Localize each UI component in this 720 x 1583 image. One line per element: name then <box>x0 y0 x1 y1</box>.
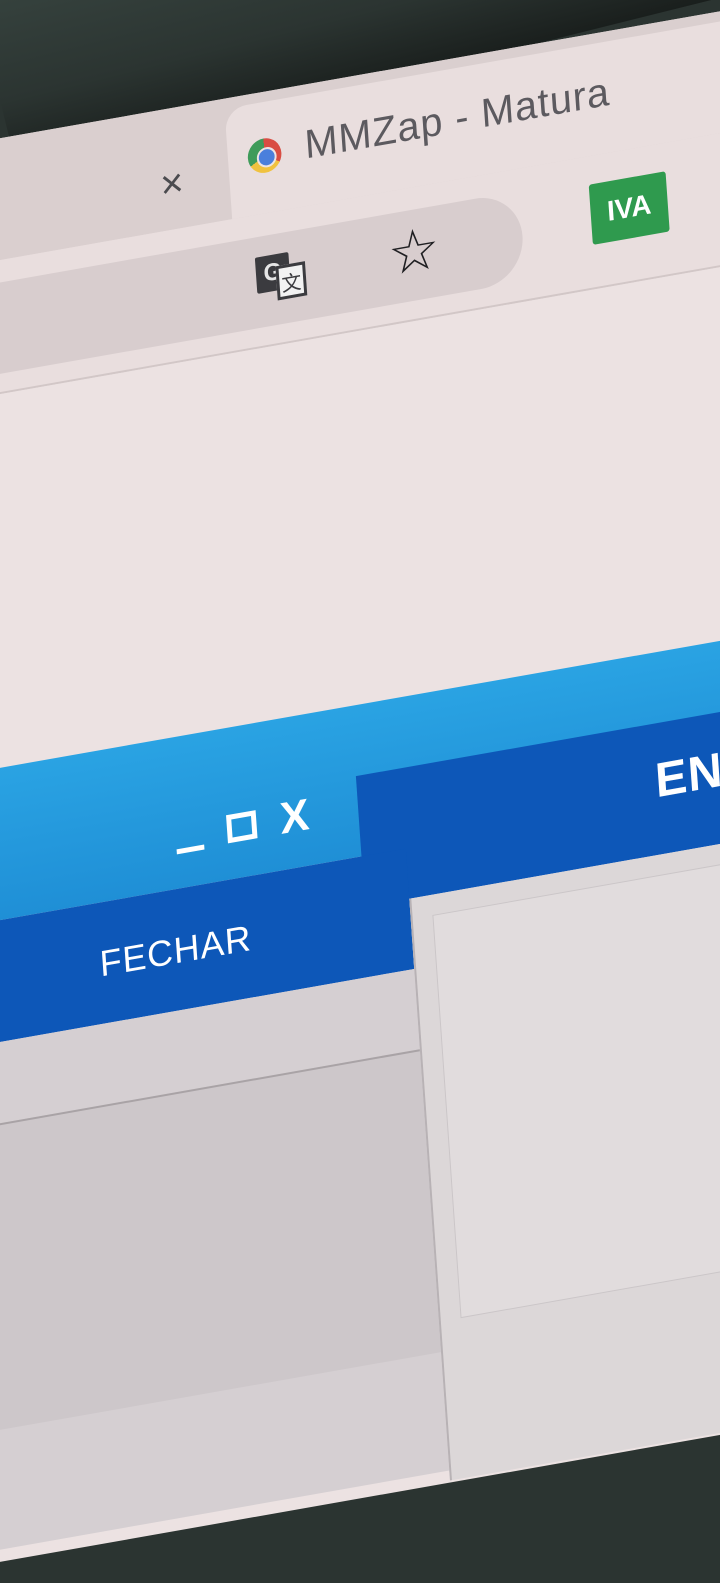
window-controls: X <box>174 785 312 869</box>
extension-iva-button[interactable]: IVA <box>588 171 670 245</box>
translate-icon[interactable]: G 文 <box>254 249 310 308</box>
translate-t-glyph: 文 <box>275 261 308 301</box>
bookmark-star-icon[interactable]: ☆ <box>382 214 445 288</box>
content-left-field[interactable] <box>0 1049 442 1446</box>
close-button[interactable]: FECHAR <box>98 917 253 986</box>
content-right-pane <box>409 794 720 1481</box>
chrome-favicon-icon <box>246 135 283 176</box>
screen: × MMZap - Matura G 文 ☆ IVA X ENVIA FECHA… <box>0 0 720 1577</box>
maximize-icon[interactable] <box>226 810 258 844</box>
close-icon[interactable]: X <box>278 790 310 844</box>
minimize-icon[interactable] <box>176 844 205 854</box>
content-left-pane <box>0 968 450 1565</box>
send-button[interactable]: ENVIA <box>653 728 720 810</box>
tab-title: MMZap - Matura <box>303 69 612 168</box>
content-right-field[interactable] <box>432 817 720 1319</box>
close-icon[interactable]: × <box>154 160 190 208</box>
